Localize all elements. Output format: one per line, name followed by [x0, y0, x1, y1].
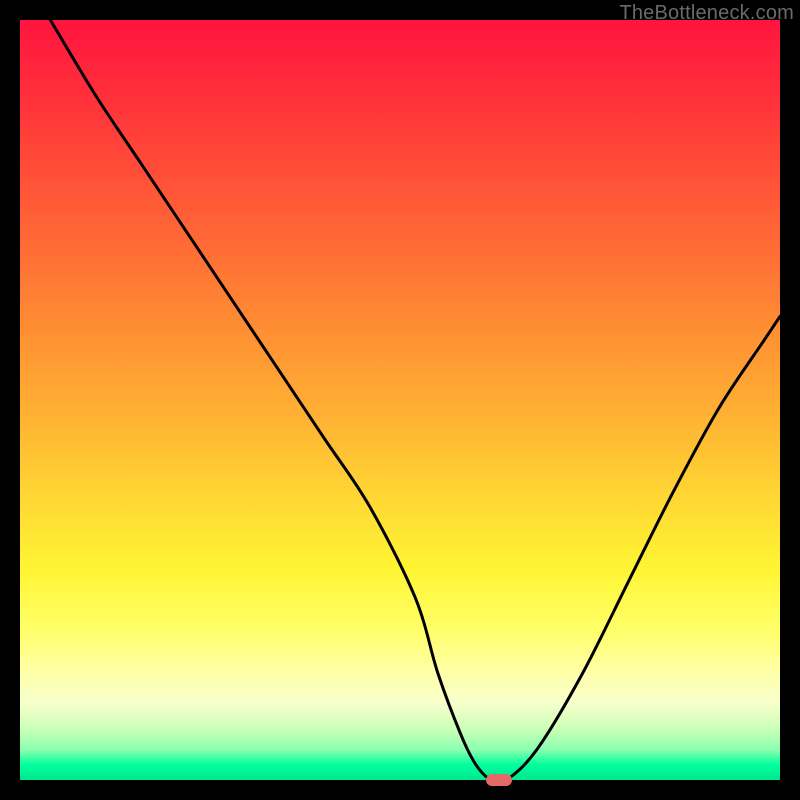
plot-area [20, 20, 780, 780]
bottleneck-curve [50, 20, 780, 783]
curve-svg [20, 20, 780, 780]
chart-frame: TheBottleneck.com [0, 0, 800, 800]
optimal-marker [486, 774, 512, 786]
